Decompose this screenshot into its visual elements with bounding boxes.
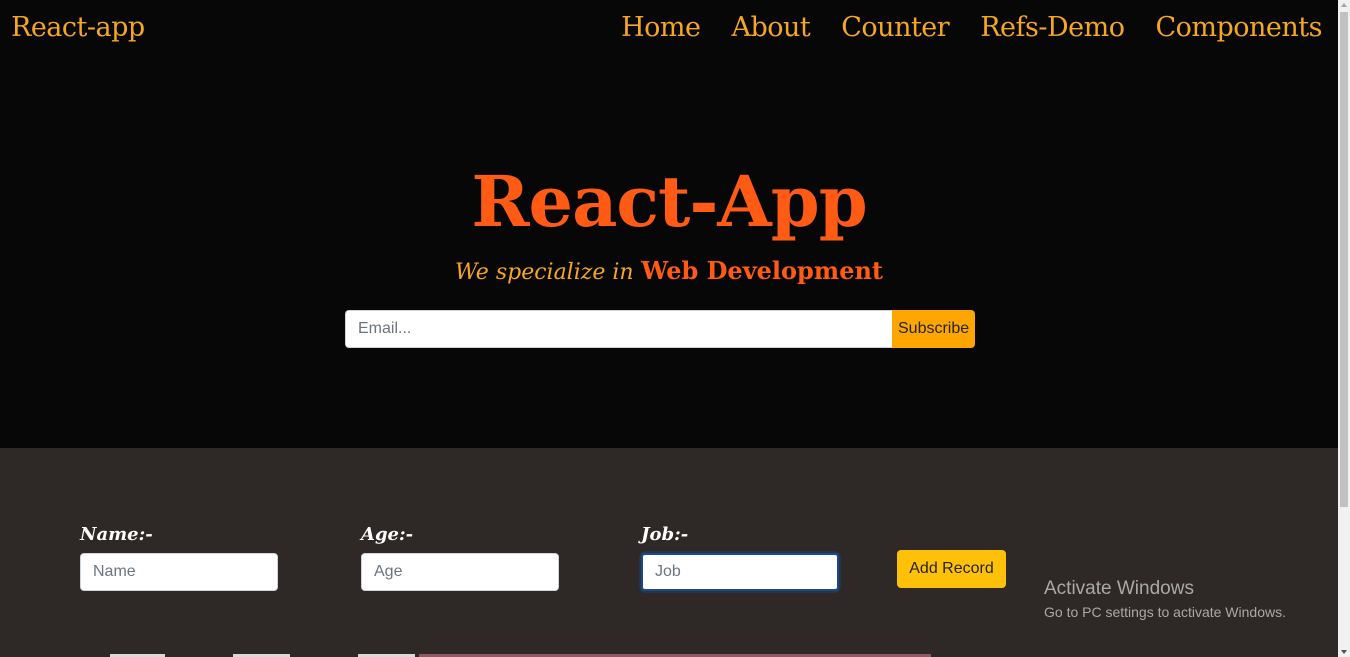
nav-refs-demo[interactable]: Refs-Demo — [980, 12, 1125, 43]
hero-tagline: We specialize in Web Development — [0, 256, 1338, 285]
hero-title: React-App — [471, 160, 867, 243]
subscribe-form: Subscribe — [345, 310, 975, 348]
subscribe-button[interactable]: Subscribe — [892, 310, 975, 348]
job-label: Job:- — [641, 524, 689, 545]
add-record-button[interactable]: Add Record — [897, 550, 1006, 588]
records-section: Name:- Age:- Job:- Add Record — [0, 448, 1338, 657]
main-nav: Home About Counter Refs-Demo Components — [621, 12, 1322, 43]
tagline-lead: We specialize in — [454, 260, 634, 285]
scroll-down-arrow-icon[interactable] — [1341, 650, 1347, 654]
email-input[interactable] — [345, 310, 892, 348]
brand-link[interactable]: React-app — [11, 12, 145, 43]
scroll-up-arrow-icon[interactable] — [1341, 3, 1347, 7]
watermark-subtitle: Go to PC settings to activate Windows. — [1044, 604, 1286, 620]
hero-section: React-app Home About Counter Refs-Demo C… — [0, 0, 1338, 448]
job-input[interactable] — [641, 553, 839, 591]
windows-activation-watermark: Activate Windows Go to PC settings to ac… — [1044, 578, 1286, 620]
nav-home[interactable]: Home — [621, 12, 701, 43]
scrollbar-thumb[interactable] — [1340, 12, 1348, 507]
nav-components[interactable]: Components — [1155, 12, 1322, 43]
age-input[interactable] — [361, 553, 559, 591]
nav-counter[interactable]: Counter — [841, 12, 949, 43]
name-input[interactable] — [80, 553, 278, 591]
vertical-scrollbar[interactable] — [1338, 0, 1350, 657]
watermark-title: Activate Windows — [1044, 578, 1194, 599]
page: React-app Home About Counter Refs-Demo C… — [0, 0, 1338, 657]
nav-about[interactable]: About — [731, 12, 810, 43]
name-label: Name:- — [80, 524, 153, 545]
age-label: Age:- — [361, 524, 414, 545]
tagline-emphasis: Web Development — [641, 256, 884, 285]
